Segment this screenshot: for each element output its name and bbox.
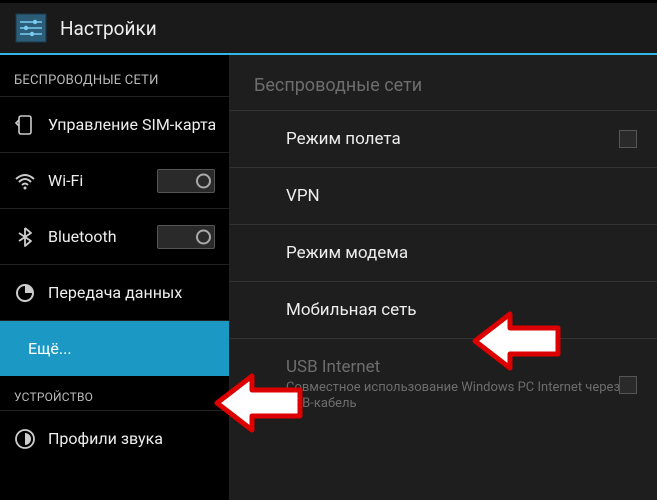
sidebar-item-label: Профили звука (48, 429, 215, 448)
wifi-toggle[interactable] (157, 169, 215, 193)
bluetooth-toggle[interactable] (157, 225, 215, 249)
wifi-icon (14, 170, 36, 192)
sidebar-item-wifi[interactable]: Wi-Fi (0, 152, 229, 208)
page-title: Настройки (60, 17, 157, 40)
sidebar-item-label: Управление SIM-картами (48, 115, 215, 134)
data-usage-icon (14, 282, 36, 304)
sidebar-item-label: Bluetooth (48, 227, 145, 246)
bluetooth-icon (14, 226, 36, 248)
main-item-label: VPN (286, 186, 320, 206)
main-item-label: Режим модема (286, 243, 408, 263)
sound-profiles-icon (14, 428, 36, 450)
sim-icon (14, 114, 36, 136)
sidebar-item-data[interactable]: Передача данных (0, 264, 229, 320)
main-section-header: Беспроводные сети (230, 55, 657, 110)
sidebar: БЕСПРОВОДНЫЕ СЕТИ Управление SIM-картами… (0, 55, 230, 500)
settings-icon (12, 9, 50, 47)
usb-checkbox (619, 376, 637, 394)
sidebar-item-label: Ещё... (14, 339, 215, 358)
sidebar-item-more[interactable]: Ещё... (0, 320, 229, 376)
sidebar-item-profiles[interactable]: Профили звука (0, 410, 229, 466)
sidebar-item-sim[interactable]: Управление SIM-картами (0, 96, 229, 152)
sidebar-item-label: Передача данных (48, 283, 215, 302)
airplane-checkbox[interactable] (619, 130, 637, 148)
app-header: Настройки (0, 3, 657, 55)
main-item-label: Мобильная сеть (286, 300, 417, 320)
main-item-subtitle: Совместное использование Windows PC Inte… (286, 380, 633, 413)
main-item-tether[interactable]: Режим модема (230, 224, 657, 281)
sidebar-section-wireless: БЕСПРОВОДНЫЕ СЕТИ (0, 55, 229, 96)
main-item-airplane[interactable]: Режим полета (230, 110, 657, 167)
main-item-vpn[interactable]: VPN (230, 167, 657, 224)
sidebar-item-label: Wi-Fi (48, 171, 145, 190)
sidebar-item-bluetooth[interactable]: Bluetooth (0, 208, 229, 264)
main-item-mobile-network[interactable]: Мобильная сеть (230, 281, 657, 338)
sidebar-section-device: УСТРОЙСТВО (0, 376, 229, 410)
main-item-label: Режим полета (286, 129, 401, 149)
arrow-annotation-more (212, 368, 307, 438)
arrow-annotation-mobile (470, 306, 565, 376)
